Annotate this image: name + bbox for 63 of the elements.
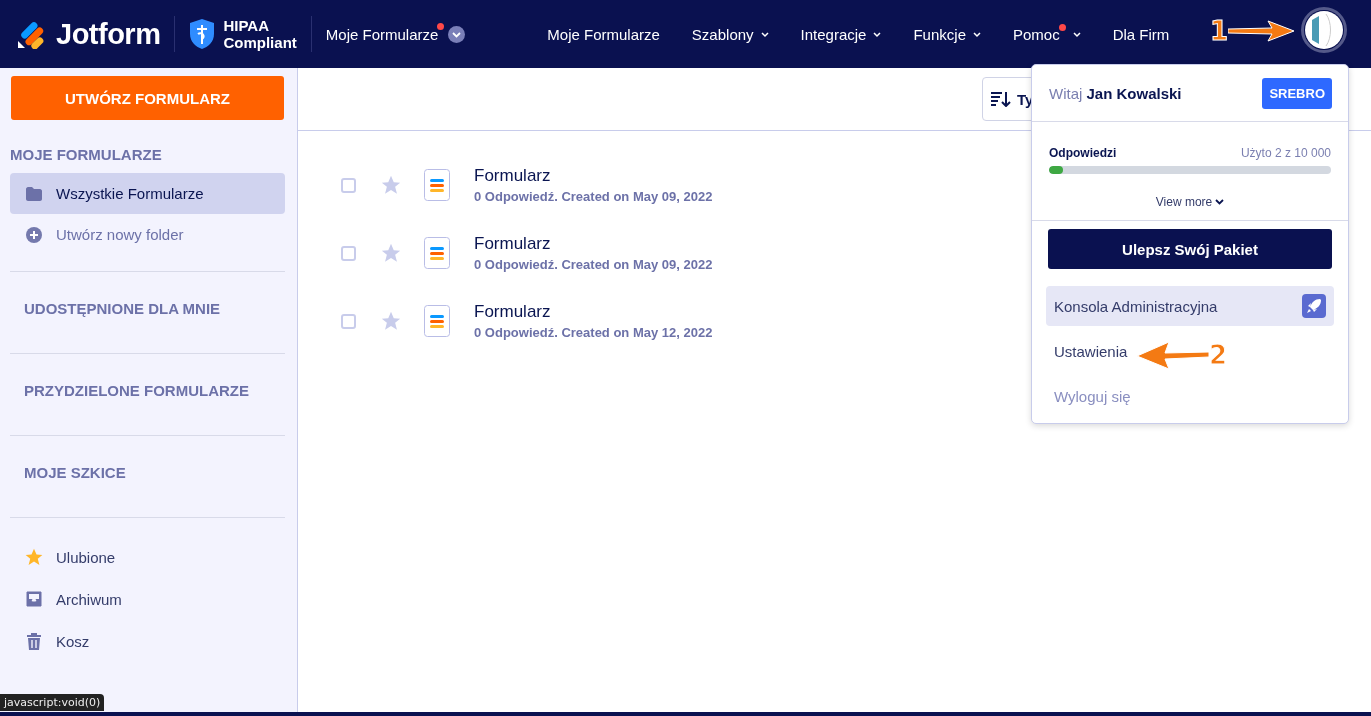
trash-icon	[24, 632, 44, 650]
sidebar-item[interactable]: Archiwum	[10, 578, 285, 620]
arrow-icon	[1137, 340, 1209, 370]
logo-icon	[16, 19, 46, 49]
badge-subtitle: Compliant	[223, 34, 297, 51]
sort-icon	[991, 91, 1011, 107]
chevron-icon	[973, 32, 981, 38]
nav-link[interactable]: Pomoc	[997, 25, 1097, 43]
star-icon[interactable]	[380, 242, 402, 264]
form-meta: 0 Odpowiedź. Created on May 09, 2022	[474, 189, 713, 204]
nav-link[interactable]: Szablony	[675, 25, 785, 43]
form-meta: 0 Odpowiedź. Created on May 09, 2022	[474, 257, 713, 272]
form-icon	[424, 169, 450, 201]
sidebar-section[interactable]: UDOSTĘPNIONE DLA MNIE	[10, 272, 285, 337]
nav-link[interactable]: Integracje	[784, 25, 898, 43]
arrow-icon	[1228, 19, 1297, 43]
form-title[interactable]: Formularz	[474, 302, 713, 322]
annotation-number: 1	[1210, 18, 1229, 44]
nav-link[interactable]: Moje Formularze	[531, 25, 676, 43]
rocket-icon	[1302, 294, 1326, 318]
form-icon	[424, 237, 450, 269]
form-title[interactable]: Formularz	[474, 234, 713, 254]
usage-text: Użyto 2 z 10 000	[1240, 146, 1331, 160]
usage-label: Odpowiedzi	[1049, 146, 1117, 160]
avatar[interactable]	[1301, 7, 1347, 53]
upgrade-button[interactable]: Ulepsz Swój Pakiet	[1048, 229, 1332, 269]
form-meta: 0 Odpowiedź. Created on May 12, 2022	[474, 325, 713, 340]
badge-title: HIPAA	[223, 17, 270, 34]
caret-icon[interactable]	[448, 25, 466, 43]
checkbox[interactable]	[341, 313, 356, 329]
plan-badge[interactable]: SREBRO	[1262, 77, 1332, 109]
form-icon	[424, 305, 450, 337]
context-menu-button[interactable]: Moje Formularze	[325, 25, 445, 43]
inbox-icon	[24, 591, 44, 607]
section-title: MOJE FORMULARZE	[10, 145, 163, 165]
shield-icon	[189, 18, 216, 50]
star-icon[interactable]	[380, 174, 402, 196]
status-tooltip: javascript:void(0)	[0, 694, 105, 711]
star-icon	[24, 547, 44, 567]
nav-link[interactable]: Dla Firm	[1096, 25, 1186, 43]
sidebar-item[interactable]: Utwórz nowy folder	[10, 214, 285, 255]
sidebar-item[interactable]: Kosz	[10, 620, 285, 662]
notification-dot	[437, 22, 445, 30]
chevron-icon	[760, 32, 769, 38]
form-title[interactable]: Formularz	[474, 166, 713, 186]
plus-icon	[24, 226, 44, 243]
checkbox[interactable]	[341, 177, 356, 193]
view-more-link[interactable]: View more	[1149, 194, 1231, 210]
checkbox[interactable]	[341, 245, 356, 261]
sidebar-item[interactable]: Ulubione	[10, 536, 285, 578]
nav-link[interactable]: Funkcje	[897, 25, 997, 43]
chevron-icon	[1215, 199, 1225, 205]
notification-dot	[1058, 23, 1066, 31]
sidebar-section[interactable]: PRZYDZIELONE FORMULARZE	[10, 354, 285, 419]
chevron-icon	[873, 32, 882, 38]
menu-item[interactable]: Konsola Administracyjna	[1046, 286, 1334, 326]
logo-text[interactable]: Jotform	[56, 17, 161, 51]
sidebar-item[interactable]: Wszystkie Formularze	[10, 173, 285, 214]
annotation-number: 2	[1209, 342, 1228, 368]
sidebar-section[interactable]: MOJE SZKICE	[10, 436, 285, 501]
chevron-icon	[1072, 32, 1081, 38]
folder-icon	[24, 186, 44, 201]
star-icon[interactable]	[380, 310, 402, 332]
